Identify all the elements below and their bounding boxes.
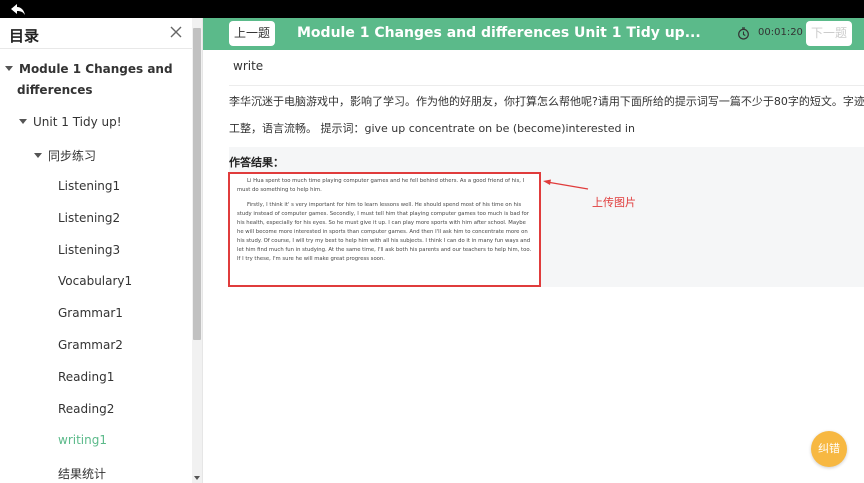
back-icon[interactable] bbox=[10, 2, 26, 16]
answer-panel: 作答结果： Li Hua spent too much time playing… bbox=[228, 147, 864, 287]
report-error-button[interactable]: 纠错 bbox=[811, 431, 847, 467]
tree-node-module[interactable]: Module 1 Changes and bbox=[5, 62, 173, 76]
tree-node-section[interactable]: 同步练习 bbox=[34, 147, 96, 164]
sidebar-scrollbar-thumb[interactable] bbox=[193, 28, 201, 340]
tree-node-unit[interactable]: Unit 1 Tidy up! bbox=[19, 115, 122, 129]
uploaded-answer-image[interactable]: Li Hua spent too much time playing compu… bbox=[228, 172, 541, 287]
tree-item[interactable]: Reading2 bbox=[58, 402, 114, 416]
tree-node-module-line2: differences bbox=[17, 83, 93, 97]
tree-item[interactable]: writing1 bbox=[58, 433, 107, 447]
answer-paragraph-1: Li Hua spent too much time playing compu… bbox=[237, 178, 525, 193]
tree-item[interactable]: Grammar2 bbox=[58, 338, 123, 352]
prev-question-button[interactable]: 上一题 bbox=[229, 21, 275, 46]
tree-item[interactable]: Listening1 bbox=[58, 179, 120, 193]
upload-image-annotation: 上传图片 bbox=[592, 196, 636, 209]
question-prompt-line1: 李华沉迷于电脑游戏中，影响了学习。作为他的好朋友，你打算怎么帮他呢?请用下面所给… bbox=[229, 95, 864, 108]
catalog-sidebar: 目录 Module 1 Changes and differences Unit… bbox=[0, 18, 203, 483]
tree-item[interactable]: Grammar1 bbox=[58, 306, 123, 320]
scroll-down-arrow-icon[interactable] bbox=[194, 476, 200, 480]
answer-label: 作答结果： bbox=[229, 156, 284, 169]
top-bar bbox=[0, 0, 864, 18]
next-question-button[interactable]: 下一题 bbox=[806, 21, 852, 46]
caret-down-icon bbox=[5, 66, 13, 71]
tree-item[interactable]: Vocabulary1 bbox=[58, 274, 132, 288]
answer-paragraph-2: Firstly, I think it' s very important fo… bbox=[237, 202, 532, 262]
content-divider bbox=[229, 85, 864, 86]
close-icon[interactable] bbox=[169, 25, 183, 39]
tree-item[interactable]: Listening2 bbox=[58, 211, 120, 225]
annotation-arrow-icon bbox=[543, 179, 589, 190]
lesson-title: Module 1 Changes and differences Unit 1 … bbox=[297, 25, 701, 41]
sidebar-divider bbox=[0, 48, 192, 49]
question-content: write 李华沉迷于电脑游戏中，影响了学习。作为他的好朋友，你打算怎么帮他呢?… bbox=[203, 50, 864, 483]
caret-down-icon bbox=[34, 153, 42, 158]
question-type: write bbox=[233, 59, 264, 73]
caret-down-icon bbox=[19, 119, 27, 124]
tree-item[interactable]: Listening3 bbox=[58, 243, 120, 257]
tree-item[interactable]: 结果统计 bbox=[58, 465, 106, 482]
tree-item[interactable]: Reading1 bbox=[58, 370, 114, 384]
stopwatch-icon bbox=[738, 27, 749, 40]
elapsed-timer: 00:01:20 bbox=[758, 27, 803, 38]
question-header: 上一题 Module 1 Changes and differences Uni… bbox=[203, 18, 864, 50]
sidebar-title: 目录 bbox=[9, 27, 40, 45]
question-prompt-line2: 工整，语言流畅。 提示词：give up concentrate on be (… bbox=[229, 122, 635, 135]
